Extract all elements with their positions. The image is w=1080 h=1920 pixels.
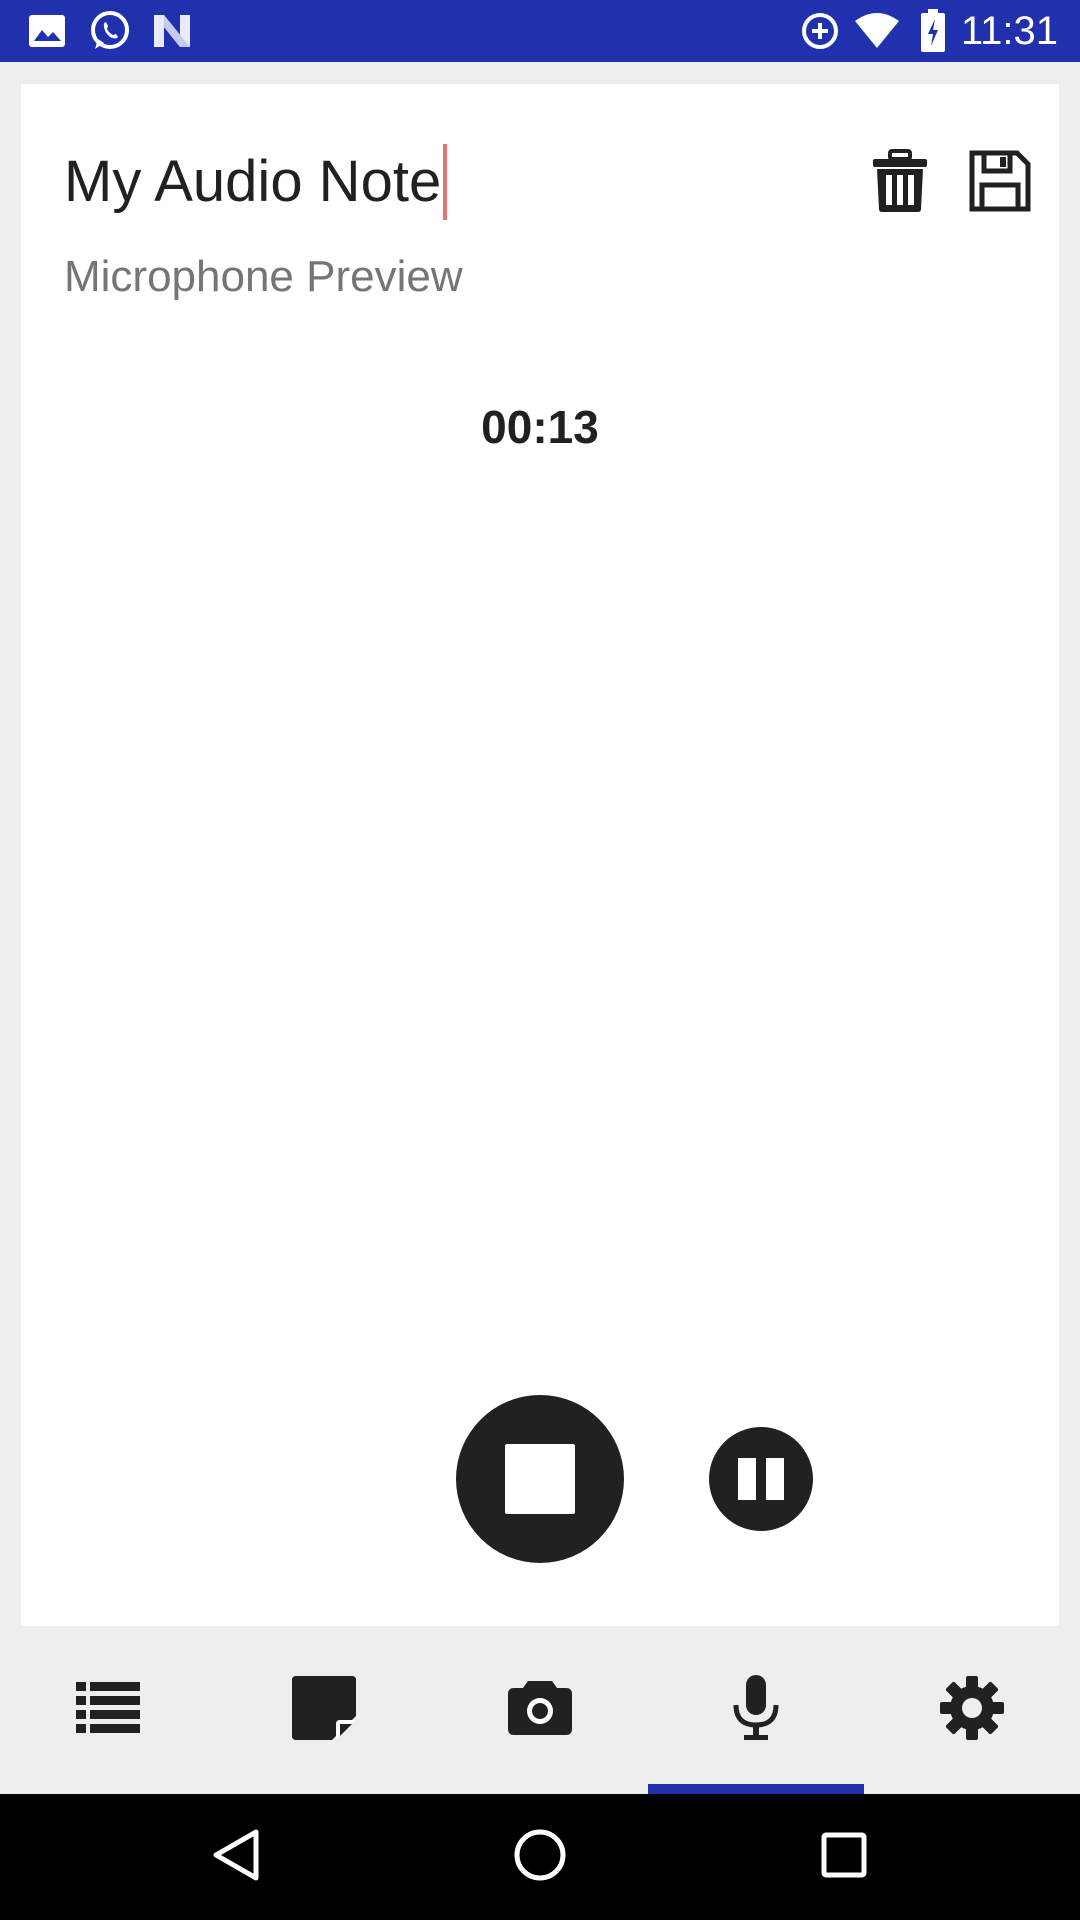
text-cursor [443, 143, 448, 220]
n-app-icon [152, 0, 192, 62]
home-icon [513, 1828, 567, 1887]
save-button[interactable] [945, 128, 1055, 238]
stop-recording-button[interactable] [456, 1395, 624, 1563]
list-icon [76, 1681, 140, 1739]
recents-icon [821, 1832, 867, 1883]
data-saver-icon [800, 0, 840, 62]
nav-item-list[interactable] [0, 1626, 216, 1794]
recording-timer: 00:13 [481, 401, 599, 453]
image-icon [28, 0, 66, 62]
note-card: My Audio Note Microphone Preview 00:13 [21, 84, 1059, 1626]
recents-button[interactable] [784, 1794, 904, 1920]
delete-button[interactable] [845, 128, 955, 238]
back-button[interactable] [176, 1794, 296, 1920]
whatsapp-icon [88, 0, 132, 62]
nav-item-microphone[interactable] [648, 1626, 864, 1794]
battery-charging-icon [920, 0, 946, 62]
microphone-icon [732, 1674, 780, 1746]
status-time: 11:31 [960, 9, 1058, 53]
floppy-save-icon [969, 150, 1031, 217]
trash-icon [871, 148, 929, 218]
active-tab-indicator [648, 1784, 864, 1794]
wifi-icon [854, 0, 900, 62]
system-navigation-bar [0, 1794, 1080, 1920]
camera-icon [508, 1680, 572, 1740]
stop-icon [505, 1444, 575, 1514]
nav-item-settings[interactable] [864, 1626, 1080, 1794]
pause-recording-button[interactable] [709, 1427, 813, 1531]
back-icon [212, 1828, 260, 1887]
note-title-text: My Audio Note [64, 149, 442, 214]
note-title-input[interactable]: My Audio Note [64, 132, 824, 232]
home-button[interactable] [480, 1794, 600, 1920]
nav-item-note[interactable] [216, 1626, 432, 1794]
settings-icon [940, 1675, 1004, 1745]
microphone-preview-label: Microphone Preview [64, 252, 463, 301]
nav-item-camera[interactable] [432, 1626, 648, 1794]
pause-icon [738, 1458, 756, 1500]
note-icon [292, 1675, 356, 1745]
status-bar: 11:31 [0, 0, 1080, 62]
bottom-navigation [0, 1626, 1080, 1794]
